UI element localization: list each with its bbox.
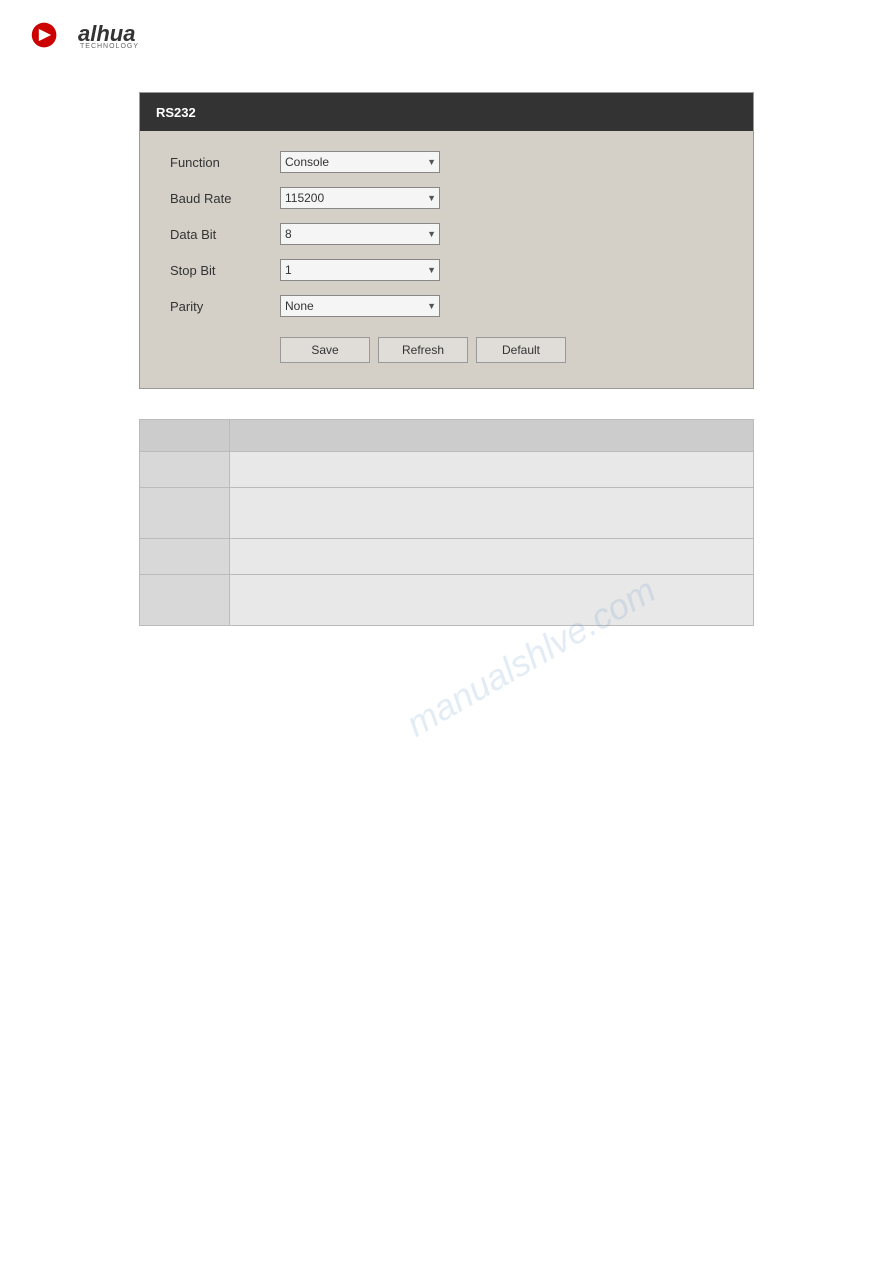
databit-select-wrapper: 5 6 7 8 (280, 223, 440, 245)
table-cell-label (140, 539, 230, 575)
info-table-area (139, 419, 754, 626)
table-cell-value (230, 452, 754, 488)
stopbit-select-wrapper: 1 2 (280, 259, 440, 281)
dahua-logo-icon (30, 18, 74, 52)
databit-row: Data Bit 5 6 7 8 (170, 223, 723, 245)
default-button[interactable]: Default (476, 337, 566, 363)
table-cell-value (230, 488, 754, 539)
button-row: Save Refresh Default (170, 337, 723, 363)
info-table (139, 419, 754, 626)
table-header-col2 (230, 420, 754, 452)
parity-select[interactable]: None Odd Even Mark Space (280, 295, 440, 317)
databit-select[interactable]: 5 6 7 8 (280, 223, 440, 245)
baudrate-label: Baud Rate (170, 191, 280, 206)
panel-header: RS232 (140, 93, 753, 131)
parity-select-wrapper: None Odd Even Mark Space (280, 295, 440, 317)
table-header-row (140, 420, 754, 452)
panel-body: Function Console PTZ Keyboard Transparen… (140, 131, 753, 388)
table-row (140, 539, 754, 575)
function-row: Function Console PTZ Keyboard Transparen… (170, 151, 723, 173)
table-row (140, 575, 754, 626)
table-cell-label (140, 452, 230, 488)
table-row (140, 452, 754, 488)
table-header-col1 (140, 420, 230, 452)
rs232-panel: RS232 Function Console PTZ Keyboard Tran… (139, 92, 754, 389)
table-cell-label (140, 488, 230, 539)
stopbit-label: Stop Bit (170, 263, 280, 278)
main-content: RS232 Function Console PTZ Keyboard Tran… (0, 62, 893, 656)
baudrate-select-wrapper: 1200 2400 4800 9600 19200 38400 57600 11… (280, 187, 440, 209)
baudrate-row: Baud Rate 1200 2400 4800 9600 19200 3840… (170, 187, 723, 209)
databit-label: Data Bit (170, 227, 280, 242)
panel-title: RS232 (156, 105, 196, 120)
baudrate-select[interactable]: 1200 2400 4800 9600 19200 38400 57600 11… (280, 187, 440, 209)
function-select-wrapper: Console PTZ Keyboard Transparent COM ATM (280, 151, 440, 173)
function-label: Function (170, 155, 280, 170)
table-cell-label (140, 575, 230, 626)
logo-area: alhua TECHNOLOGY (0, 0, 893, 62)
function-select[interactable]: Console PTZ Keyboard Transparent COM ATM (280, 151, 440, 173)
logo-brand: alhua TECHNOLOGY (78, 21, 139, 50)
parity-row: Parity None Odd Even Mark Space (170, 295, 723, 317)
table-cell-value (230, 575, 754, 626)
logo-container: alhua TECHNOLOGY (30, 18, 863, 52)
stopbit-select[interactable]: 1 2 (280, 259, 440, 281)
stopbit-row: Stop Bit 1 2 (170, 259, 723, 281)
save-button[interactable]: Save (280, 337, 370, 363)
table-cell-value (230, 539, 754, 575)
refresh-button[interactable]: Refresh (378, 337, 468, 363)
parity-label: Parity (170, 299, 280, 314)
table-row (140, 488, 754, 539)
